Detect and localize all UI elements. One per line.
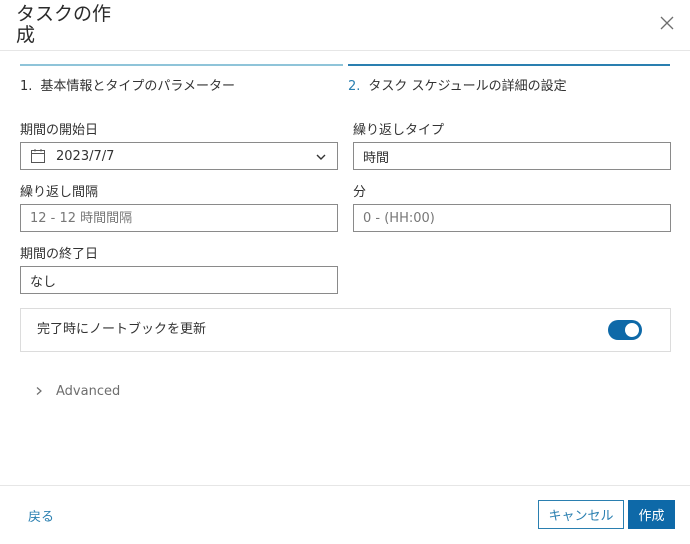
dialog-title: タスクの作成 [16, 3, 112, 46]
cancel-button[interactable]: キャンセル [538, 500, 624, 529]
start-date-picker[interactable]: 2023/7/7 [20, 142, 338, 170]
step-1-number: 1. [20, 79, 33, 94]
create-task-dialog: タスクの作成 1. 基本情報とタイプのパラメーター 2. タスク スケジュールの詳細… [0, 0, 690, 544]
chevron-right-icon [36, 387, 42, 395]
refresh-notebook-toggle[interactable] [608, 320, 642, 340]
calendar-icon [31, 149, 45, 163]
start-date-value: 2023/7/7 [56, 148, 115, 164]
footer-divider [0, 485, 690, 486]
repeat-interval-field [20, 204, 338, 232]
close-icon [660, 16, 674, 30]
end-date-field[interactable]: なし [20, 266, 338, 294]
header-divider [0, 50, 690, 51]
repeat-interval-label: 繰り返し間隔 [20, 185, 99, 200]
close-button[interactable] [656, 12, 678, 34]
repeat-interval-input[interactable] [30, 210, 328, 226]
create-button[interactable]: 作成 [628, 500, 675, 529]
minutes-field [353, 204, 671, 232]
step-1-progress-bar [20, 64, 343, 66]
step-2-label: タスク スケジュールの詳細の設定 [368, 79, 567, 94]
end-date-label: 期間の終了日 [20, 247, 99, 262]
advanced-label: Advanced [56, 383, 121, 399]
minutes-input[interactable] [363, 210, 661, 226]
start-date-label: 期間の開始日 [20, 123, 99, 138]
repeat-type-field[interactable]: 時間 [353, 142, 671, 170]
chevron-down-icon [316, 154, 326, 160]
repeat-type-value: 時間 [363, 150, 390, 166]
step-2-progress-bar [348, 64, 670, 66]
repeat-type-label: 繰り返しタイプ [353, 123, 445, 138]
toggle-knob [625, 323, 639, 337]
end-date-value: なし [30, 274, 57, 290]
refresh-notebook-row: 完了時にノートブックを更新 [20, 308, 671, 352]
refresh-notebook-label: 完了時にノートブックを更新 [37, 322, 207, 337]
back-button[interactable]: 戻る [28, 506, 54, 525]
step-1[interactable]: 1. 基本情報とタイプのパラメーター [20, 78, 235, 96]
minutes-label: 分 [353, 185, 367, 200]
advanced-expander[interactable]: Advanced [34, 382, 120, 400]
step-1-label: 基本情報とタイプのパラメーター [40, 79, 236, 94]
step-2[interactable]: 2. タスク スケジュールの詳細の設定 [348, 78, 567, 96]
step-2-number: 2. [348, 79, 361, 94]
